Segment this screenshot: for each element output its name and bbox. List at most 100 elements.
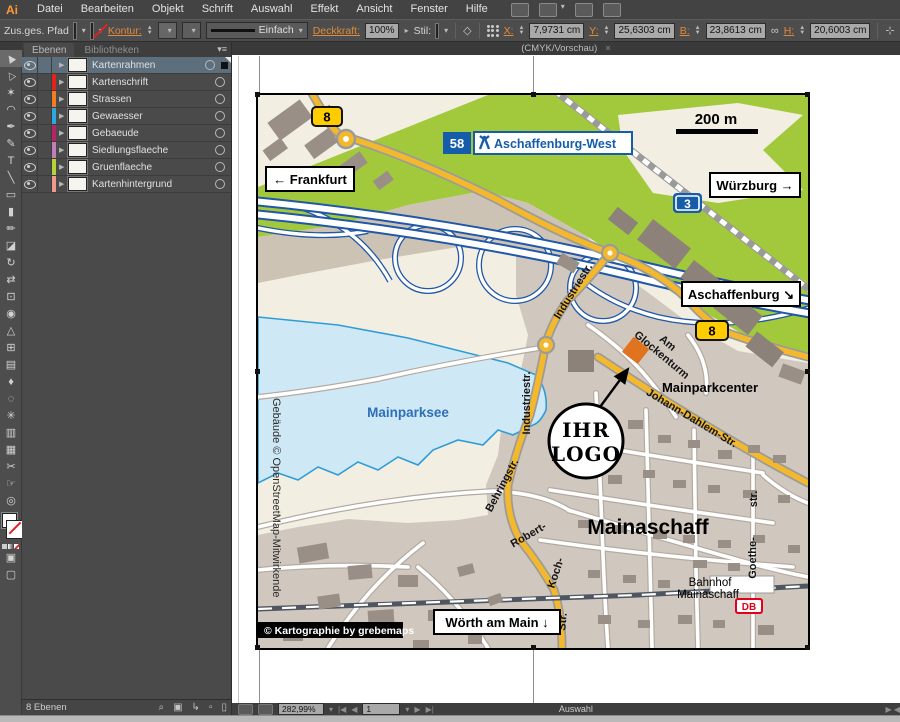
layer-thumbnail[interactable]: [68, 75, 87, 89]
fill-dropdown-arrow[interactable]: ▾: [82, 26, 86, 35]
new-layer-icon[interactable]: ▫: [209, 702, 213, 713]
selection-handle[interactable]: [255, 369, 260, 374]
layer-row-kartenschrift[interactable]: ▶Kartenschrift: [22, 74, 231, 91]
visibility-toggle[interactable]: [22, 176, 38, 192]
tools-panel-header[interactable]: [0, 42, 21, 50]
selection-handle[interactable]: [255, 92, 260, 97]
lock-toggle[interactable]: [38, 159, 52, 175]
x-stepper[interactable]: ▲▼: [519, 26, 525, 36]
expand-triangle-icon[interactable]: ▶: [59, 146, 68, 154]
layer-thumbnail[interactable]: [68, 109, 87, 123]
visibility-toggle[interactable]: [22, 91, 38, 107]
layer-thumbnail[interactable]: [68, 177, 87, 191]
selection-handle[interactable]: [805, 92, 810, 97]
width-field[interactable]: 23,8613 cm: [706, 23, 766, 39]
rotate-tool[interactable]: ↻: [0, 254, 22, 271]
scrollbar-right-arrow[interactable]: ▶ ◀: [885, 705, 900, 714]
tab-ebenen[interactable]: Ebenen: [24, 43, 74, 57]
expand-triangle-icon[interactable]: ▶: [59, 61, 68, 69]
menu-item-auswahl[interactable]: Auswahl: [242, 0, 302, 19]
first-artboard-button[interactable]: |◀: [338, 705, 346, 714]
layer-row-kartenhintergrund[interactable]: ▶Kartenhintergrund: [22, 176, 231, 193]
layer-row-strassen[interactable]: ▶Strassen: [22, 91, 231, 108]
zoom-level-field[interactable]: 282,99%: [278, 703, 324, 715]
layer-name[interactable]: Strassen: [92, 94, 215, 105]
expand-triangle-icon[interactable]: ▶: [59, 112, 68, 120]
fill-swatch[interactable]: [74, 23, 76, 39]
menu-item-hilfe[interactable]: Hilfe: [457, 0, 497, 19]
line-tool[interactable]: ╲: [0, 169, 22, 186]
pen-tool[interactable]: ✒: [0, 118, 22, 135]
selection-handle[interactable]: [531, 645, 536, 650]
brush-dropdown[interactable]: ▾: [182, 22, 201, 39]
free-transform-tool[interactable]: ⊡: [0, 288, 22, 305]
document-tab-close-icon[interactable]: ×: [605, 43, 611, 54]
visibility-toggle[interactable]: [22, 108, 38, 124]
rectangle-tool[interactable]: ▭: [0, 186, 22, 203]
layer-row-gewaesser[interactable]: ▶ Gewaesser: [22, 108, 231, 125]
layer-thumbnail[interactable]: [68, 92, 87, 106]
zoom-dropdown-arrow[interactable]: ▾: [329, 705, 333, 714]
target-circle-icon[interactable]: [215, 179, 225, 189]
curvature-tool[interactable]: ✎: [0, 135, 22, 152]
selection-handle[interactable]: [531, 92, 536, 97]
target-circle-icon[interactable]: [215, 94, 225, 104]
layer-thumbnail[interactable]: [68, 58, 87, 72]
artboard-tool[interactable]: ▦: [0, 441, 22, 458]
visibility-toggle[interactable]: [22, 125, 38, 141]
paintbrush-tool[interactable]: ▮: [0, 203, 22, 220]
slice-tool[interactable]: ✂: [0, 458, 22, 475]
menu-item-effekt[interactable]: Effekt: [301, 0, 347, 19]
symbol-sprayer-tool[interactable]: ✳: [0, 407, 22, 424]
b-stepper[interactable]: ▲▼: [695, 26, 701, 36]
layer-row-gruenflaeche[interactable]: ▶Gruenflaeche: [22, 159, 231, 176]
drawing-mode-button[interactable]: ▣: [0, 549, 22, 566]
lock-toggle[interactable]: [38, 125, 52, 141]
map-artwork[interactable]: Industriestr. Industriestr. Am Glockentu…: [256, 93, 810, 650]
direct-selection-tool[interactable]: ▷: [0, 67, 22, 84]
style-swatch[interactable]: [436, 24, 438, 38]
visibility-toggle[interactable]: [22, 142, 38, 158]
arrange-documents-icon[interactable]: [511, 3, 529, 17]
expand-triangle-icon[interactable]: ▶: [59, 78, 68, 86]
menu-item-schrift[interactable]: Schrift: [193, 0, 242, 19]
layer-name[interactable]: Kartenhintergrund: [92, 179, 215, 190]
type-tool[interactable]: T: [0, 152, 22, 169]
mesh-tool[interactable]: ⊞: [0, 339, 22, 356]
prev-artboard-button[interactable]: ◀: [351, 705, 357, 714]
blend-tool[interactable]: ◌: [0, 390, 22, 407]
visibility-toggle[interactable]: [22, 74, 38, 90]
layer-row-gebaeude[interactable]: ▶Gebaeude: [22, 125, 231, 142]
eraser-tool[interactable]: ◪: [0, 237, 22, 254]
y-stepper[interactable]: ▲▼: [604, 26, 610, 36]
lock-toggle[interactable]: [38, 74, 52, 90]
expand-triangle-icon[interactable]: ▶: [59, 163, 68, 171]
fill-stroke-swatches[interactable]: [0, 512, 22, 542]
delete-layer-icon[interactable]: ▯: [221, 702, 227, 713]
gpu-preview-icon[interactable]: [238, 704, 253, 715]
transform-icon[interactable]: ⊹: [885, 24, 894, 37]
y-field[interactable]: 25,6303 cm: [614, 23, 674, 39]
lasso-tool[interactable]: ◠: [0, 101, 22, 118]
visibility-toggle[interactable]: [22, 159, 38, 175]
target-circle-icon[interactable]: [215, 145, 225, 155]
stroke-style-dropdown[interactable]: Einfach ▾: [206, 22, 308, 39]
hand-tool[interactable]: ☞: [0, 475, 22, 492]
target-circle-icon[interactable]: [215, 128, 225, 138]
layer-name[interactable]: Kartenrahmen: [92, 60, 205, 71]
panel-menu-icon[interactable]: ▾≡: [217, 44, 227, 55]
next-artboard-button[interactable]: ▶: [414, 705, 420, 714]
layer-thumbnail[interactable]: [68, 143, 87, 157]
locate-object-icon[interactable]: ⌕: [158, 702, 164, 713]
clipping-mask-icon[interactable]: ▣: [173, 702, 182, 713]
gradient-tool[interactable]: ▤: [0, 356, 22, 373]
layer-name[interactable]: Gewaesser: [92, 111, 215, 122]
style-dropdown-arrow[interactable]: ▾: [444, 26, 448, 35]
reference-point-icon[interactable]: [487, 25, 499, 37]
opacity-field[interactable]: 100%: [365, 23, 399, 39]
new-sublayer-icon[interactable]: ↳: [192, 702, 200, 713]
share-icon[interactable]: [603, 3, 621, 17]
layer-name[interactable]: Siedlungsflaeche: [92, 145, 215, 156]
layer-row-kartenrahmen[interactable]: ▶ Kartenrahmen: [22, 57, 231, 74]
y-label[interactable]: Y:: [589, 25, 598, 37]
